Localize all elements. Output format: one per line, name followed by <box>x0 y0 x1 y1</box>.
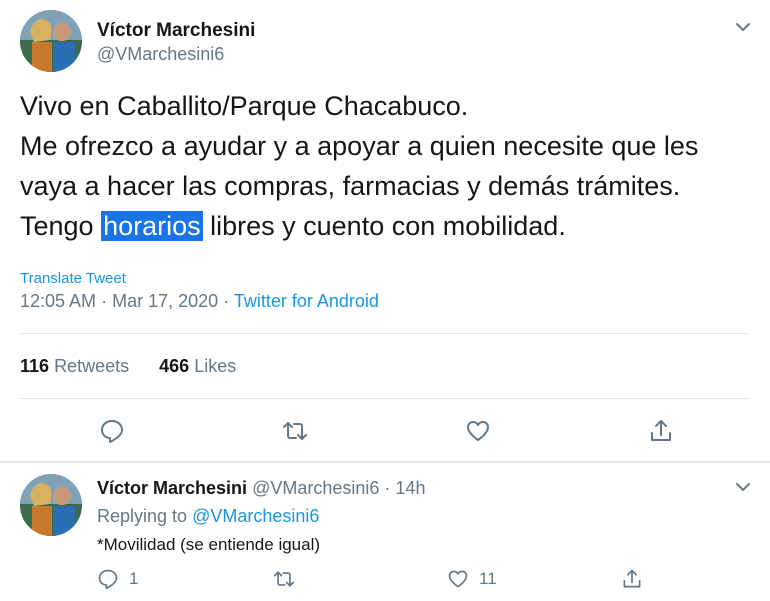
meta-separator: · <box>223 291 230 311</box>
reply-author-name[interactable]: Víctor Marchesini <box>97 478 247 498</box>
divider <box>20 398 750 399</box>
heart-icon[interactable] <box>465 418 491 444</box>
likes-stat[interactable]: 466 Likes <box>159 356 236 376</box>
likes-label: Likes <box>194 356 237 376</box>
tweet-text: Vivo en Caballito/Parque Chacabuco. Me o… <box>20 86 760 246</box>
replying-to-handle[interactable]: @VMarchesini6 <box>192 506 319 526</box>
selected-text-highlight: horarios <box>101 211 203 241</box>
tweet-stats: 116 Retweets 466 Likes <box>20 356 236 377</box>
divider <box>20 333 750 334</box>
tweet-text-line: Me ofrezco a ayudar y a apoyar a quien n… <box>20 131 699 161</box>
reply-age[interactable]: 14h <box>395 478 425 498</box>
meta-separator: · <box>384 478 391 498</box>
retweet-button[interactable] <box>273 568 305 590</box>
replying-to: Replying to @VMarchesini6 <box>97 506 319 527</box>
reply-author-handle[interactable]: @VMarchesini6 <box>252 478 379 498</box>
reply-button[interactable]: 1 <box>97 568 138 590</box>
divider <box>0 461 770 463</box>
reply-text: *Movilidad (se entiende igual) <box>97 535 321 554</box>
tweet-date[interactable]: Mar 17, 2020 <box>112 291 218 311</box>
tweet-source-link[interactable]: Twitter for Android <box>234 291 379 311</box>
text-segment: Tengo <box>20 211 102 241</box>
tweet-meta: 12:05 AM · Mar 17, 2020 · Twitter for An… <box>20 291 379 312</box>
avatar[interactable] <box>20 10 82 72</box>
author-handle[interactable]: @VMarchesini6 <box>97 44 224 65</box>
text-segment: libres y cuento con mobilidad. <box>202 211 566 241</box>
tweet-text-line: Vivo en Caballito/Parque Chacabuco. <box>20 91 469 121</box>
share-icon[interactable] <box>648 418 674 444</box>
tweet-text-line: Tengo horarios libres y cuento con mobil… <box>20 206 760 246</box>
chevron-down-icon[interactable] <box>732 476 754 498</box>
like-count: 11 <box>479 569 497 588</box>
avatar[interactable] <box>20 474 82 536</box>
retweets-label: Retweets <box>54 356 130 376</box>
reply-icon[interactable] <box>99 418 125 444</box>
retweet-icon[interactable] <box>282 418 308 444</box>
likes-count: 466 <box>159 356 190 376</box>
translate-tweet-link[interactable]: Translate Tweet <box>20 270 126 287</box>
replying-label: Replying to <box>97 506 188 526</box>
reply-header: Víctor Marchesini @VMarchesini6 · 14h <box>97 478 425 499</box>
share-button[interactable] <box>621 568 653 590</box>
reply-icon <box>98 569 118 590</box>
share-icon <box>623 569 641 588</box>
tweet-time[interactable]: 12:05 AM <box>20 291 96 311</box>
heart-icon <box>448 570 468 588</box>
retweet-icon <box>273 571 295 587</box>
chevron-down-icon[interactable] <box>732 16 754 38</box>
retweets-stat[interactable]: 116 Retweets <box>20 356 129 376</box>
like-button[interactable]: 11 <box>447 568 497 590</box>
author-name[interactable]: Víctor Marchesini <box>97 20 255 42</box>
tweet-text-line: vaya a hacer las compras, farmacias y de… <box>20 171 681 201</box>
retweets-count: 116 <box>20 356 50 376</box>
meta-separator: · <box>101 291 108 311</box>
reply-count: 1 <box>129 569 139 588</box>
